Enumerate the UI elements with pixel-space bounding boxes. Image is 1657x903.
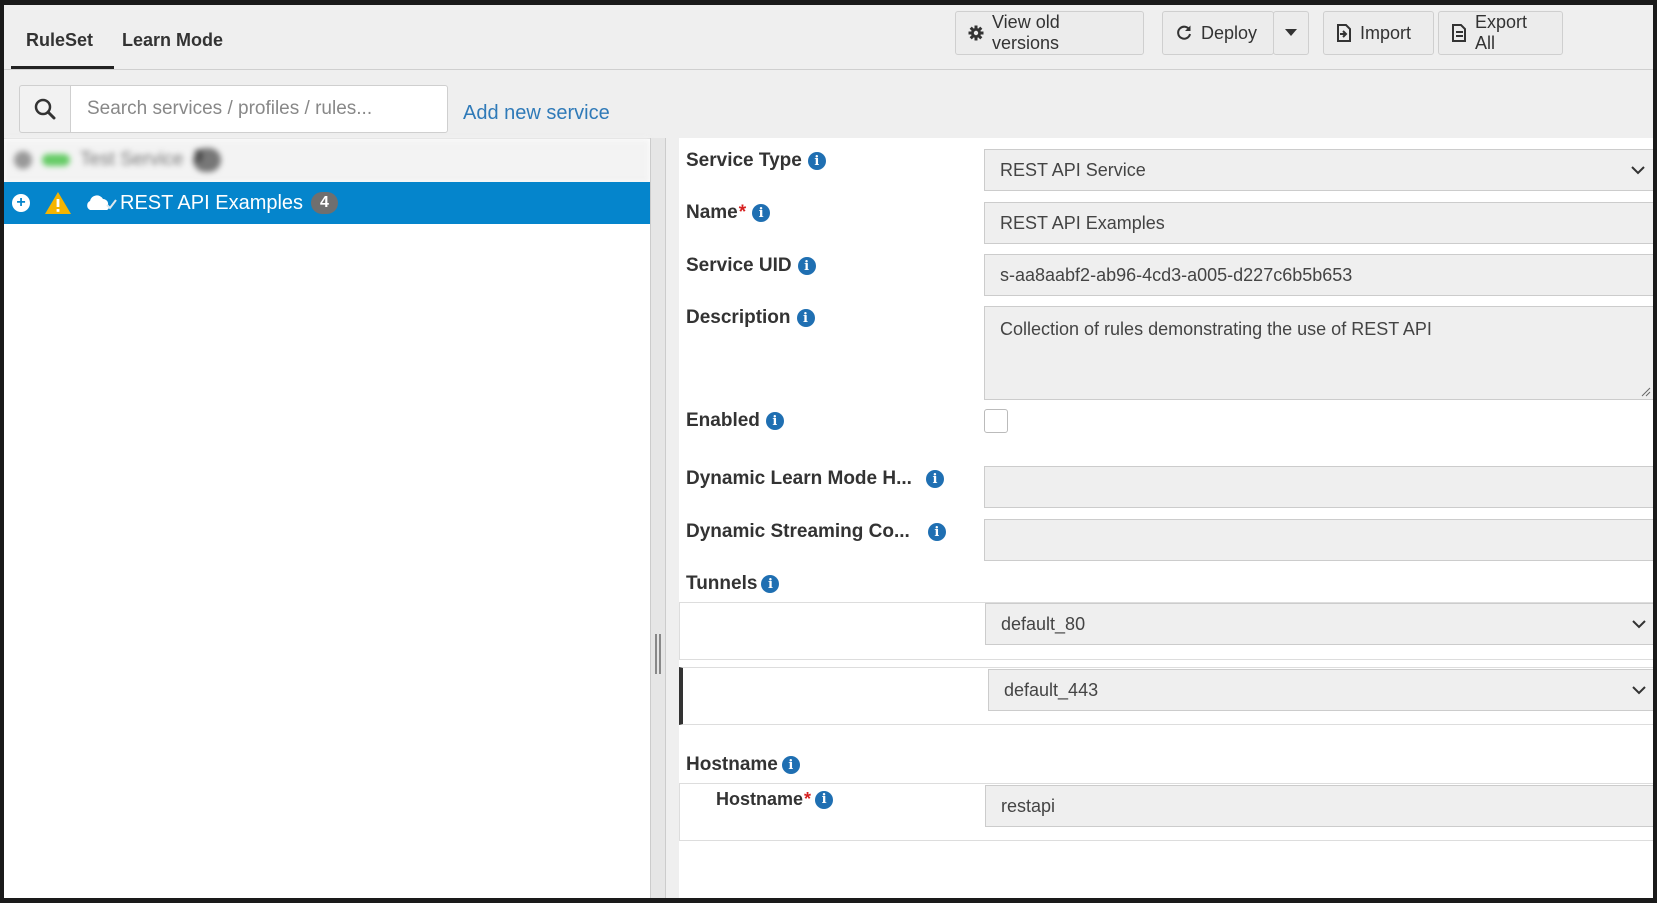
tunnel-select[interactable]: default_80	[985, 603, 1653, 645]
search-input[interactable]	[70, 85, 448, 133]
app-window: RuleSet Learn Mode View old versions Dep…	[4, 5, 1653, 898]
service-uid-value: s-aa8aabf2-ab96-4cd3-a005-d227c6b5b653	[1000, 264, 1353, 285]
service-form: Service Type i REST API Service Name * i …	[679, 138, 1653, 898]
enabled-label: Enabled i	[686, 410, 784, 432]
service-type-value: REST API Service	[1000, 159, 1146, 180]
splitter-grip-icon[interactable]	[655, 634, 661, 674]
service-uid-label: Service UID i	[686, 255, 816, 277]
view-old-versions-button[interactable]: View old versions	[955, 11, 1144, 55]
service-type-label-text: Service Type	[686, 150, 802, 171]
tab-learn-mode[interactable]: Learn Mode	[122, 30, 223, 51]
tree-item-label: Test Service	[80, 148, 184, 170]
hostname-label: Hostname * i	[716, 789, 834, 810]
tunnel-value: default_443	[1004, 679, 1099, 700]
cloud-icon	[42, 153, 70, 166]
name-label: Name * i	[686, 202, 771, 224]
hostname-field[interactable]: restapi	[985, 785, 1653, 827]
cloud-check-icon	[87, 195, 117, 210]
resize-grip-icon[interactable]	[1641, 387, 1651, 397]
info-icon[interactable]: i	[761, 575, 780, 593]
info-icon[interactable]: i	[752, 204, 771, 222]
tunnels-label: Tunnels i	[686, 573, 780, 595]
dynamic-streaming-label-text: Dynamic Streaming Co...	[686, 521, 910, 542]
import-file-icon	[1337, 24, 1351, 42]
service-type-label: Service Type i	[686, 150, 826, 172]
chevron-down-icon	[1632, 685, 1653, 695]
enabled-label-text: Enabled	[686, 410, 760, 431]
info-icon[interactable]: i	[925, 470, 944, 488]
chevron-down-icon	[1632, 619, 1653, 629]
description-value: Collection of rules demonstrating the us…	[1000, 319, 1432, 339]
chevron-down-icon	[1631, 165, 1653, 175]
name-field[interactable]: REST API Examples	[984, 202, 1653, 244]
info-icon[interactable]: i	[781, 756, 800, 774]
search-bar	[19, 85, 448, 133]
description-textarea[interactable]: Collection of rules demonstrating the us…	[984, 306, 1653, 400]
tree-item-label: REST API Examples	[120, 191, 304, 214]
add-new-service-link[interactable]: Add new service	[463, 102, 610, 125]
info-icon[interactable]: i	[796, 309, 815, 327]
deploy-label: Deploy	[1201, 22, 1258, 43]
tab-ruleset[interactable]: RuleSet	[26, 30, 93, 51]
description-label: Description i	[686, 307, 815, 329]
deploy-button[interactable]: Deploy	[1162, 11, 1274, 55]
deploy-dropdown-button[interactable]	[1273, 11, 1309, 55]
tunnel-row-active: default_443	[679, 667, 1653, 725]
required-marker: *	[804, 789, 812, 809]
name-label-text: Name	[686, 202, 738, 223]
refresh-icon	[1177, 25, 1191, 40]
info-icon[interactable]: i	[815, 790, 834, 809]
info-icon[interactable]: i	[807, 152, 826, 170]
active-tab-indicator	[11, 66, 114, 69]
dynamic-streaming-field[interactable]	[984, 519, 1653, 561]
hostname-value: restapi	[1001, 795, 1056, 816]
dynamic-learn-mode-field[interactable]	[984, 466, 1653, 508]
expand-plus-icon[interactable]: +	[12, 194, 30, 212]
import-label: Import	[1360, 22, 1412, 43]
info-icon[interactable]: i	[797, 257, 816, 275]
count-badge: 3	[193, 147, 222, 172]
hostname-row: Hostname * i restapi	[679, 783, 1653, 841]
top-bar: RuleSet Learn Mode View old versions Dep…	[4, 5, 1653, 70]
info-icon[interactable]: i	[765, 412, 784, 430]
enabled-checkbox[interactable]	[984, 409, 1008, 433]
export-all-label: Export All	[1475, 12, 1528, 53]
description-label-text: Description	[686, 307, 791, 328]
info-icon[interactable]: i	[927, 523, 946, 541]
tunnel-row: default_80	[679, 602, 1653, 660]
panel-splitter[interactable]	[650, 138, 666, 898]
name-value: REST API Examples	[1000, 212, 1165, 233]
service-uid-label-text: Service UID	[686, 255, 792, 276]
tunnel-select[interactable]: default_443	[988, 669, 1653, 711]
search-button[interactable]	[19, 85, 70, 133]
import-button[interactable]: Import	[1323, 11, 1434, 55]
dynamic-learn-mode-label: Dynamic Learn Mode H... i	[686, 468, 944, 490]
hostname-section-label: Hostname i	[686, 754, 800, 776]
tree-item-blurred[interactable]: Test Service 3	[4, 139, 650, 181]
tunnel-value: default_80	[1001, 613, 1086, 634]
dynamic-streaming-label: Dynamic Streaming Co... i	[686, 521, 946, 543]
service-type-select[interactable]: REST API Service	[984, 149, 1653, 191]
warning-icon	[45, 192, 71, 214]
count-badge: 4	[311, 192, 338, 214]
view-old-versions-label: View old versions	[992, 12, 1060, 53]
hostname-label-text: Hostname	[716, 789, 804, 809]
gear-icon	[968, 25, 984, 41]
tunnels-label-text: Tunnels	[686, 573, 758, 594]
caret-down-icon	[1285, 29, 1297, 36]
export-all-button[interactable]: Export All	[1438, 11, 1563, 55]
service-uid-field[interactable]: s-aa8aabf2-ab96-4cd3-a005-d227c6b5b653	[984, 254, 1653, 296]
hostname-section-label-text: Hostname	[686, 754, 778, 775]
service-tree: Test Service 3 + REST API Examples 4	[4, 138, 650, 898]
dynamic-learn-mode-label-text: Dynamic Learn Mode H...	[686, 468, 912, 489]
required-marker: *	[738, 202, 747, 223]
export-file-icon	[1452, 24, 1466, 42]
expand-icon	[14, 150, 32, 169]
tree-item-rest-api-examples[interactable]: + REST API Examples 4	[4, 182, 650, 224]
search-icon	[34, 98, 56, 120]
